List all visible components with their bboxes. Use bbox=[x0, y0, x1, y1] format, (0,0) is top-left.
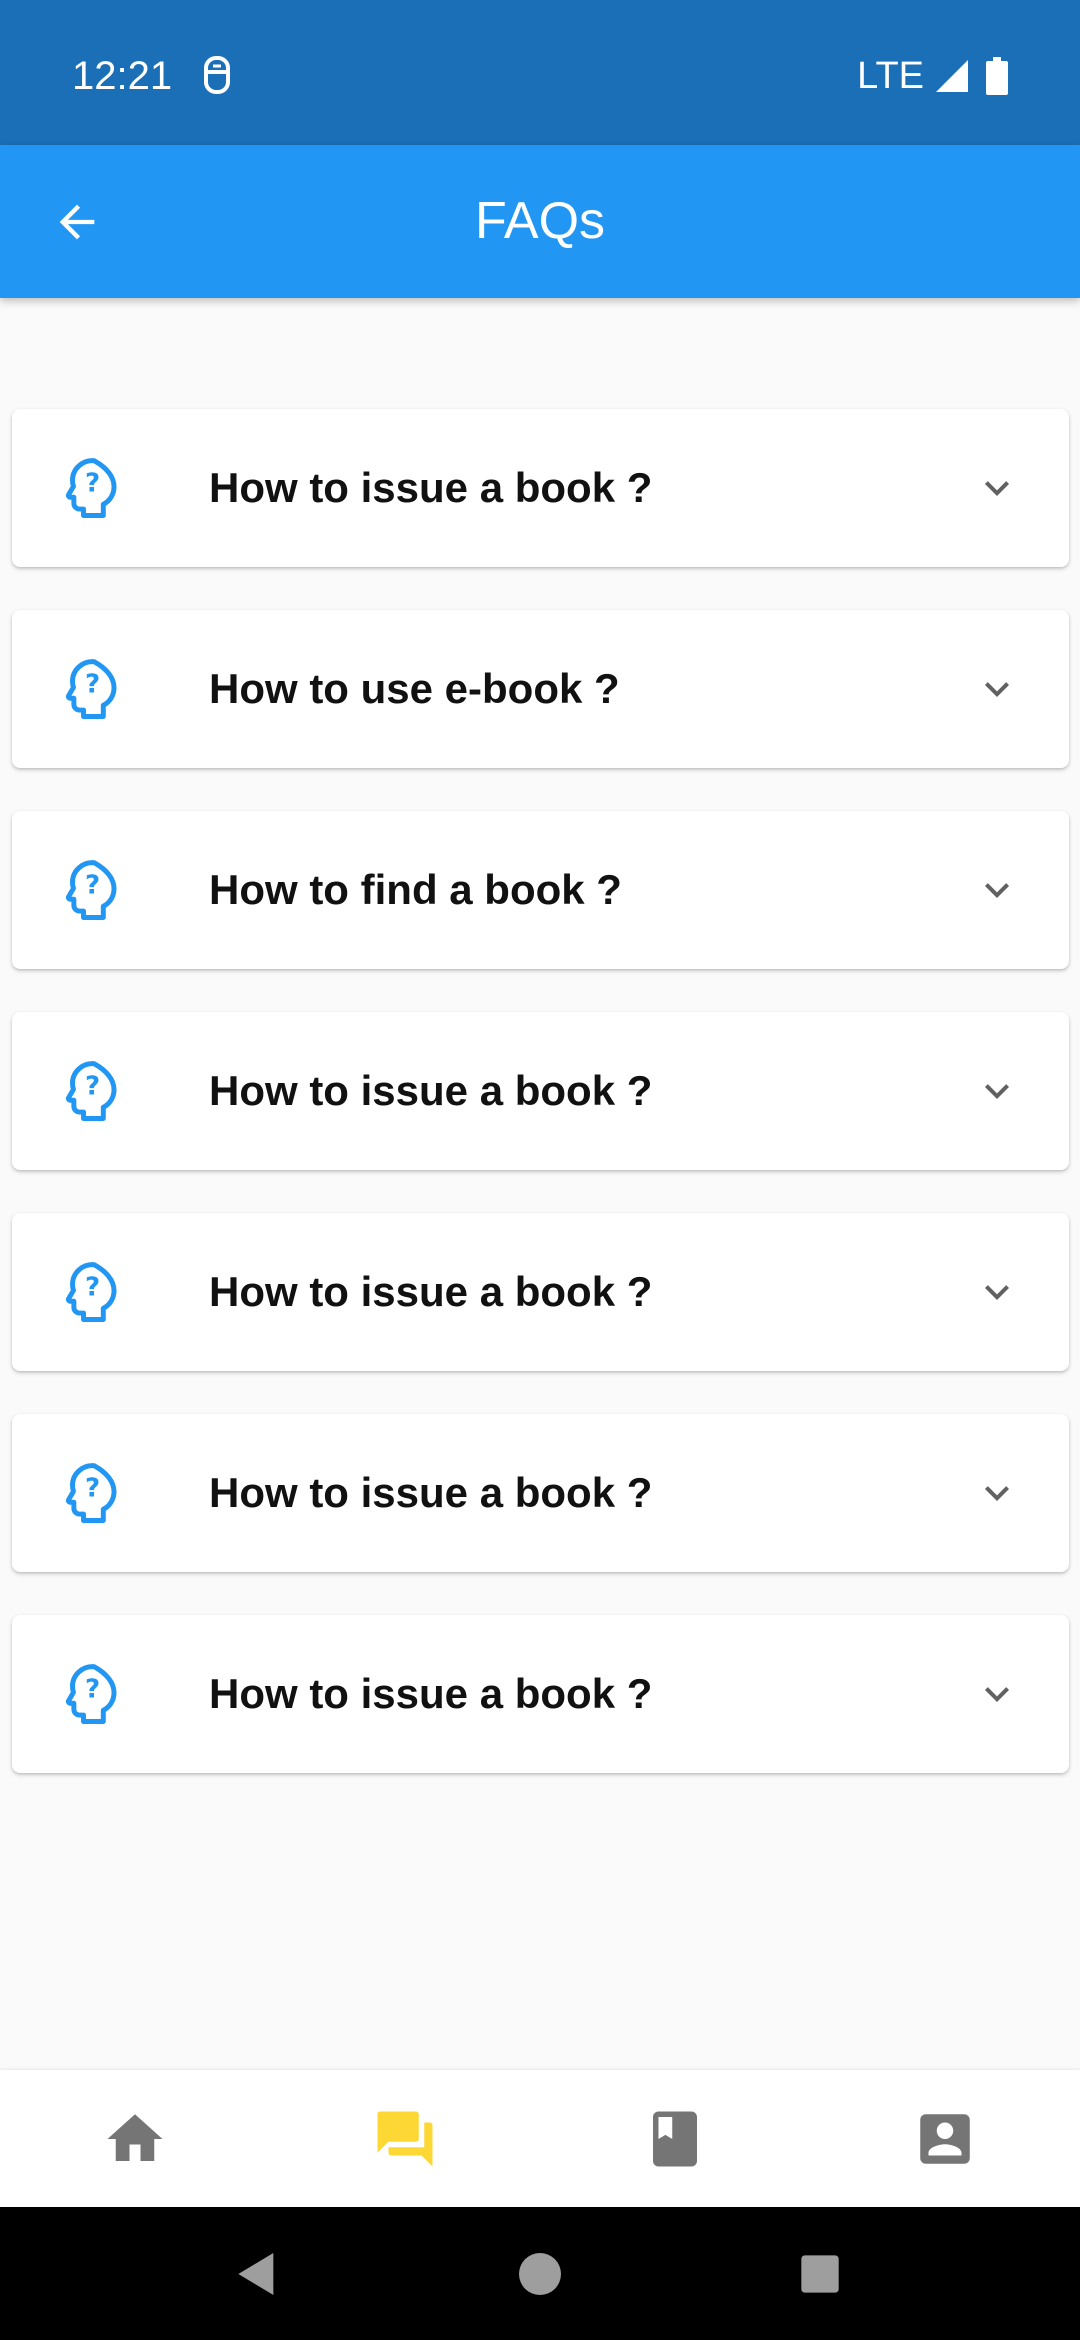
system-back-button[interactable] bbox=[222, 2239, 292, 2309]
chevron-down-icon[interactable] bbox=[973, 1268, 1021, 1316]
status-bar: 12:21 LTE bbox=[0, 0, 1080, 145]
faq-question: How to issue a book ? bbox=[209, 464, 653, 511]
faq-question: How to issue a book ? bbox=[209, 1268, 653, 1315]
book-icon bbox=[653, 2111, 697, 2166]
help-head-icon: ? bbox=[65, 1463, 117, 1523]
svg-text:?: ? bbox=[85, 1071, 100, 1101]
help-head-icon: ? bbox=[65, 659, 117, 719]
faq-question: How to issue a book ? bbox=[209, 1469, 653, 1516]
help-head-icon: ? bbox=[65, 1061, 117, 1121]
svg-text:?: ? bbox=[85, 1473, 100, 1503]
help-head-icon: ? bbox=[65, 1664, 117, 1724]
help-head-icon: ? bbox=[65, 458, 117, 518]
status-indicators: LTE bbox=[857, 50, 1008, 102]
nav-books[interactable] bbox=[540, 2070, 810, 2207]
chevron-down-icon[interactable] bbox=[973, 464, 1021, 512]
system-home-button[interactable] bbox=[505, 2239, 575, 2309]
help-head-icon: ? bbox=[65, 1262, 117, 1322]
faq-item[interactable]: ? How to issue a book ? bbox=[12, 1012, 1069, 1170]
faq-item[interactable]: ? How to issue a book ? bbox=[12, 1213, 1069, 1371]
chevron-down-icon[interactable] bbox=[973, 665, 1021, 713]
chevron-down-icon[interactable] bbox=[973, 1469, 1021, 1517]
chevron-down-icon[interactable] bbox=[973, 866, 1021, 914]
faq-item[interactable]: ? How to use e-book ? bbox=[12, 610, 1069, 768]
network-type: LTE bbox=[857, 54, 924, 97]
faq-question: How to find a book ? bbox=[209, 866, 622, 913]
faq-item[interactable]: ? How to issue a book ? bbox=[12, 1615, 1069, 1773]
faq-item[interactable]: ? How to issue a book ? bbox=[12, 409, 1069, 567]
nav-home[interactable] bbox=[0, 2070, 270, 2207]
battery-icon bbox=[986, 57, 1008, 95]
notification-icon bbox=[204, 56, 230, 94]
faq-question: How to issue a book ? bbox=[209, 1067, 653, 1114]
system-recents-button[interactable] bbox=[785, 2239, 855, 2309]
home-circle-icon bbox=[519, 2253, 561, 2295]
faq-question: How to issue a book ? bbox=[209, 1670, 653, 1717]
recents-square-icon bbox=[801, 2255, 839, 2293]
forum-icon bbox=[377, 2111, 433, 2166]
page-title: FAQs bbox=[474, 192, 606, 250]
svg-text:?: ? bbox=[85, 468, 100, 498]
svg-text:?: ? bbox=[85, 669, 100, 699]
chevron-down-icon[interactable] bbox=[973, 1670, 1021, 1718]
signal-icon bbox=[936, 60, 968, 92]
system-navigation-bar bbox=[0, 2207, 1080, 2340]
chevron-down-icon[interactable] bbox=[973, 1067, 1021, 1115]
svg-text:?: ? bbox=[85, 1272, 100, 1302]
faq-question: How to use e-book ? bbox=[209, 665, 620, 712]
back-triangle-icon bbox=[238, 2253, 274, 2295]
account-icon bbox=[920, 2113, 970, 2164]
svg-text:?: ? bbox=[85, 870, 100, 900]
faq-item[interactable]: ? How to issue a book ? bbox=[12, 1414, 1069, 1572]
help-head-icon: ? bbox=[65, 860, 117, 920]
svg-text:?: ? bbox=[85, 1674, 100, 1704]
bottom-navigation bbox=[0, 2070, 1080, 2207]
faq-list: ? How to issue a book ? ? How to use e-b… bbox=[12, 409, 1069, 1816]
home-icon bbox=[107, 2113, 163, 2161]
nav-faqs[interactable] bbox=[270, 2070, 540, 2207]
nav-account[interactable] bbox=[810, 2070, 1080, 2207]
faq-item[interactable]: ? How to find a book ? bbox=[12, 811, 1069, 969]
status-time: 12:21 bbox=[72, 54, 173, 98]
app-bar: FAQs bbox=[0, 145, 1080, 298]
